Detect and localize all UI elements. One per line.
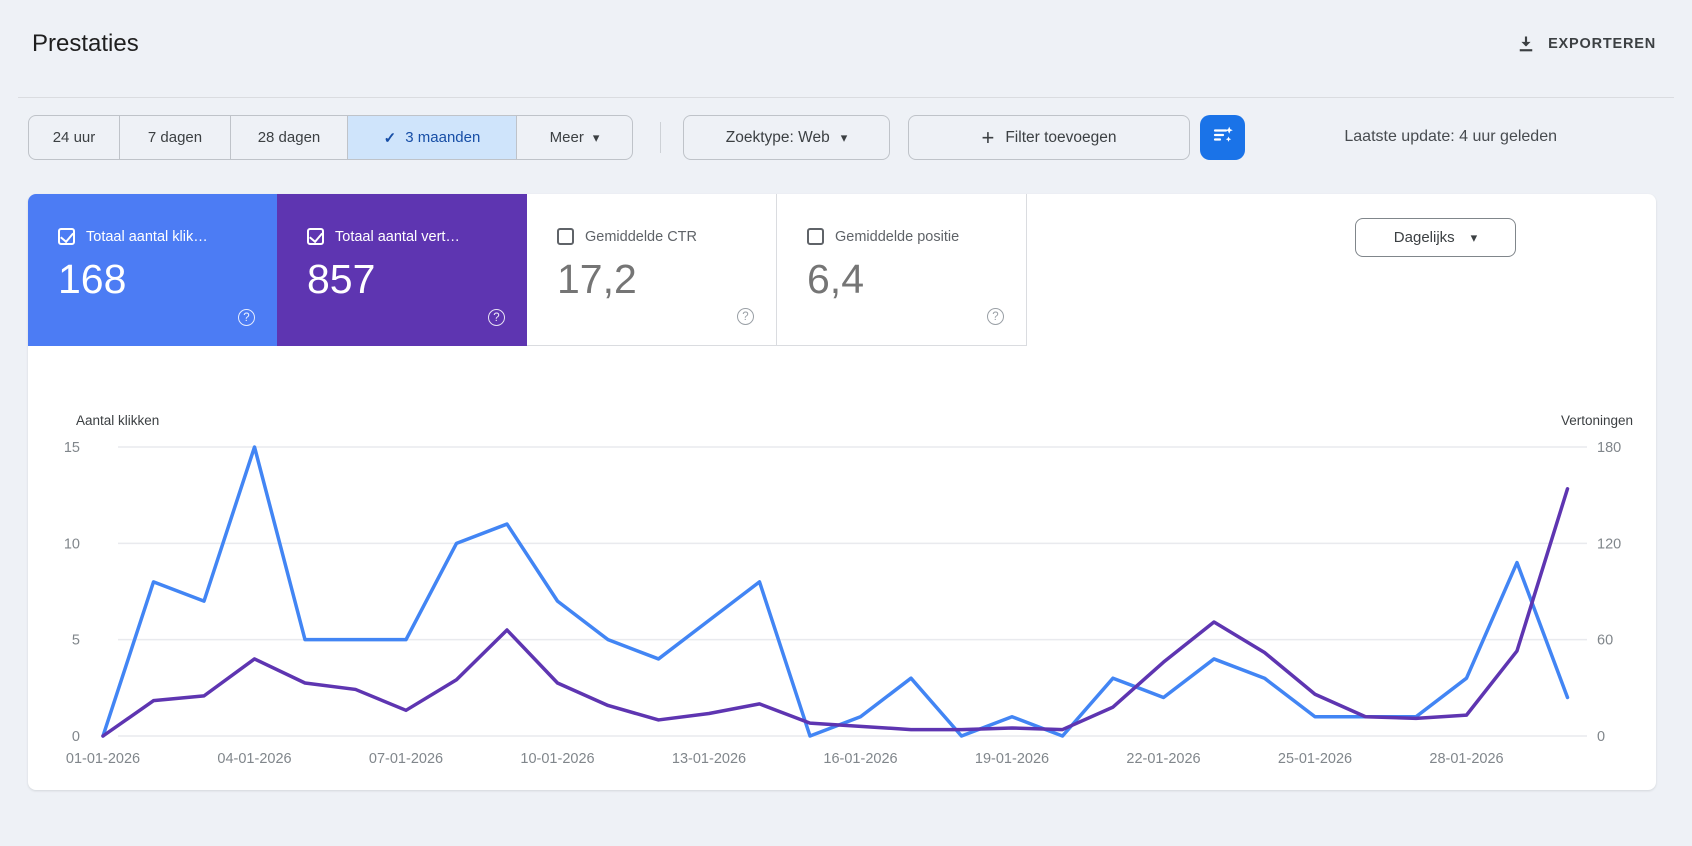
left-axis-tick-label: 0: [72, 729, 80, 745]
metric-value: 168: [58, 256, 127, 302]
range-3-maanden[interactable]: 3 maanden: [347, 115, 517, 160]
left-axis-title: Aantal klikken: [76, 413, 159, 428]
x-axis-tick-label: 19-01-2026: [975, 751, 1049, 767]
x-axis-tick-label: 13-01-2026: [672, 751, 746, 767]
granularity-dropdown[interactable]: Dagelijks: [1355, 218, 1516, 257]
help-icon[interactable]: [488, 309, 505, 326]
help-icon[interactable]: [238, 309, 255, 326]
metric-value: 6,4: [807, 256, 864, 302]
metric-cards-row: Totaal aantal klik… 168 Totaal aantal ve…: [28, 194, 1656, 346]
left-axis-tick-label: 5: [72, 633, 80, 649]
metric-label: Gemiddelde CTR: [585, 228, 698, 245]
checkbox-unchecked-icon[interactable]: [557, 228, 574, 245]
filter-settings-button[interactable]: [1200, 115, 1245, 160]
x-axis-tick-label: 16-01-2026: [823, 751, 897, 767]
range-7-dagen[interactable]: 7 dagen: [119, 115, 231, 160]
range-label: 3 maanden: [405, 129, 481, 146]
chevron-down-icon: [593, 129, 600, 146]
x-axis-tick-label: 01-01-2026: [66, 751, 140, 767]
x-axis-tick-label: 04-01-2026: [217, 751, 291, 767]
checkbox-unchecked-icon[interactable]: [807, 228, 824, 245]
last-update-text: Laatste update: 4 uur geleden: [1344, 128, 1557, 145]
range-label: 7 dagen: [147, 129, 203, 146]
metric-value: 857: [307, 256, 376, 302]
plus-icon: [981, 125, 994, 151]
performance-chart: 0 5 10 15 0 60 120 180 Aantal klikken Vertoningen…: [28, 346, 1656, 790]
download-icon: [1516, 34, 1536, 54]
performance-panel: Totaal aantal klik… 168 Totaal aantal ve…: [28, 194, 1656, 790]
chevron-down-icon: [841, 129, 848, 147]
metric-card-clicks[interactable]: Totaal aantal klik… 168: [28, 194, 277, 346]
clicks-line: [101, 445, 1570, 738]
range-meer-menu[interactable]: Meer: [516, 115, 633, 160]
range-28-dagen[interactable]: 28 dagen: [230, 115, 348, 160]
metric-label: Gemiddelde positie: [835, 228, 960, 245]
help-icon[interactable]: [987, 308, 1004, 325]
metric-card-position[interactable]: Gemiddelde positie 6,4: [777, 194, 1027, 346]
left-axis-tick-label: 10: [64, 536, 80, 552]
right-axis-tick-label: 180: [1597, 440, 1621, 456]
range-label: 24 uur: [52, 129, 96, 146]
filter-bar: 24 uur 7 dagen 28 dagen 3 maanden Meer Z…: [0, 115, 1692, 160]
check-icon: [384, 129, 397, 147]
checkbox-checked-icon[interactable]: [58, 228, 75, 245]
x-axis-tick-label: 10-01-2026: [520, 751, 594, 767]
range-24-uur[interactable]: 24 uur: [28, 115, 120, 160]
export-button[interactable]: EXPORTEREN: [1516, 34, 1656, 54]
right-axis-tick-label: 60: [1597, 633, 1613, 649]
x-axis-tick-label: 07-01-2026: [369, 751, 443, 767]
page-title: Prestaties: [32, 30, 139, 57]
metric-value: 17,2: [557, 256, 637, 302]
filter-sparkle-icon: [1211, 123, 1235, 152]
help-icon[interactable]: [737, 308, 754, 325]
chevron-down-icon: [1471, 229, 1478, 246]
metric-label: Totaal aantal vert…: [335, 228, 460, 245]
right-axis-tick-label: 120: [1597, 536, 1621, 552]
x-axis-tick-label: 22-01-2026: [1126, 751, 1200, 767]
metric-label: Totaal aantal klik…: [86, 228, 208, 245]
range-label: 28 dagen: [257, 129, 321, 146]
x-axis-tick-label: 28-01-2026: [1429, 751, 1503, 767]
search-type-dropdown[interactable]: Zoektype: Web: [683, 115, 890, 160]
right-axis-title: Vertoningen: [1561, 413, 1633, 428]
x-axis-tick-label: 25-01-2026: [1278, 751, 1352, 767]
search-type-label: Zoektype: Web: [725, 128, 830, 146]
left-axis-tick-label: 15: [64, 440, 80, 456]
divider: [660, 122, 661, 153]
right-axis-tick-label: 0: [1597, 729, 1605, 745]
granularity-label: Dagelijks: [1393, 229, 1455, 246]
date-range-group: 24 uur 7 dagen 28 dagen 3 maanden Meer: [28, 115, 633, 160]
chart-canvas: 0 5 10 15 0 60 120 180 Aantal klikken Vertoningen…: [64, 413, 1633, 767]
metric-card-impressions[interactable]: Totaal aantal vert… 857: [277, 194, 527, 346]
impressions-line: [101, 486, 1570, 738]
range-label: Meer: [549, 129, 584, 146]
metric-card-ctr[interactable]: Gemiddelde CTR 17,2: [527, 194, 777, 346]
add-filter-button[interactable]: Filter toevoegen: [908, 115, 1190, 160]
export-label: EXPORTEREN: [1548, 36, 1656, 52]
checkbox-checked-icon[interactable]: [307, 228, 324, 245]
add-filter-label: Filter toevoegen: [1005, 128, 1117, 146]
header-divider: [18, 97, 1674, 98]
